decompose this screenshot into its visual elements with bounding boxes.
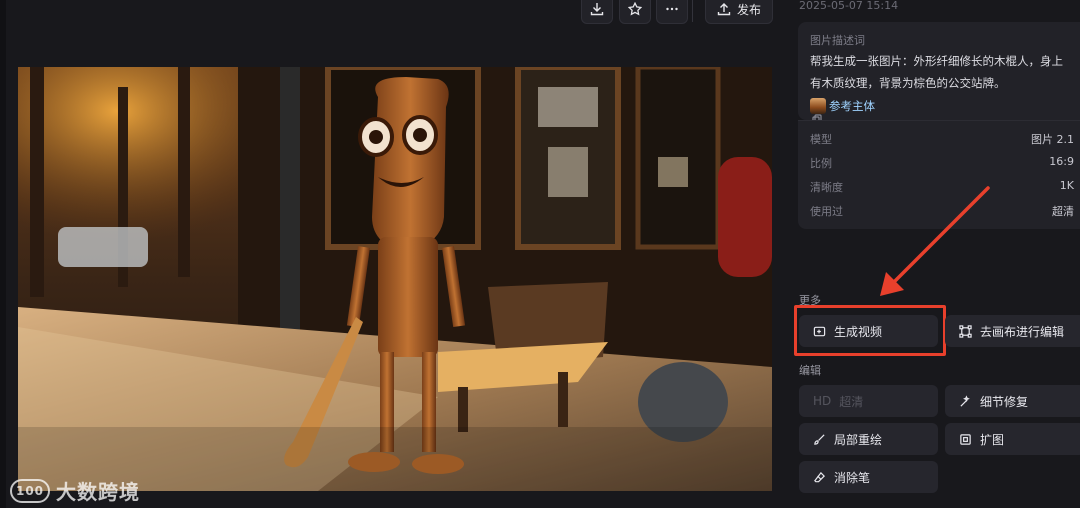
prompt-title: 图片描述词 (810, 34, 865, 47)
eraser-icon (814, 471, 825, 482)
upload-icon (717, 3, 731, 16)
hd-upscale-label: 超清 (839, 394, 864, 409)
param-value: 1K (1059, 179, 1074, 192)
magic-wand-icon (960, 394, 970, 407)
download-icon (590, 3, 604, 16)
star-icon (628, 2, 642, 16)
download-button[interactable] (581, 0, 613, 24)
expand-image-label: 扩图 (980, 432, 1005, 447)
partial-redraw-button[interactable]: 局部重绘 (799, 423, 938, 455)
partial-redraw-label: 局部重绘 (834, 432, 883, 447)
prompt-body: 帮我生成一张图片：外形纤细修长的木棍人，身上有木质纹理，背景为棕色的公交站牌。 (810, 54, 1063, 90)
highlight-annotation-box (794, 305, 946, 356)
param-key: 清晰度 (810, 181, 843, 194)
left-edge-strip (0, 0, 6, 508)
hd-upscale-button[interactable]: HD 超清 (799, 385, 938, 417)
expand-icon (960, 433, 971, 445)
more-horizontal-icon (666, 7, 678, 11)
param-value: 超清 (1052, 205, 1074, 218)
brush-icon (814, 433, 825, 445)
param-key: 模型 (810, 133, 832, 146)
expand-image-button[interactable]: 扩图 (945, 423, 1080, 455)
prompt-card: 图片描述词 帮我生成一张图片：外形纤细修长的木棍人，身上有木质纹理，背景为棕色的… (798, 22, 1080, 124)
param-row-model: 模型 图片 2.1 (810, 131, 1074, 147)
param-row-ratio: 比例 16:9 (810, 155, 1074, 171)
param-value: 16:9 (1049, 155, 1074, 168)
publish-label: 发布 (736, 2, 761, 17)
generated-image[interactable] (18, 67, 772, 491)
generation-timestamp: 2025-05-07 15:14 (799, 0, 899, 12)
toolbar-divider (692, 0, 693, 22)
param-key: 使用过 (810, 205, 843, 218)
watermark-logo: 100 (10, 478, 50, 503)
publish-button[interactable]: 发布 (705, 0, 773, 24)
favorite-button[interactable] (619, 0, 651, 24)
annotation-arrow (880, 186, 990, 296)
param-value: 图片 2.1 (1031, 133, 1074, 146)
detail-fix-label: 细节修复 (980, 394, 1029, 409)
watermark-text: 大数跨境 (56, 480, 140, 504)
canvas-edit-button[interactable]: 去画布进行编辑 (945, 315, 1080, 347)
watermark: 100 大数跨境 (10, 476, 140, 505)
generated-image-illustration (18, 67, 772, 491)
more-options-button[interactable] (656, 0, 688, 24)
reference-subject-label: 参考主体 (829, 98, 875, 113)
hd-prefix: HD (813, 394, 832, 408)
detail-fix-button[interactable]: 细节修复 (945, 385, 1080, 417)
param-key: 比例 (810, 157, 832, 170)
canvas-frame-icon (959, 324, 972, 338)
canvas-edit-label: 去画布进行编辑 (980, 324, 1065, 339)
prompt-text[interactable]: 帮我生成一张图片：外形纤细修长的木棍人，身上有木质纹理，背景为棕色的公交站牌。 … (810, 50, 1072, 117)
edit-section-label: 编辑 (799, 364, 821, 377)
reference-thumbnail (810, 97, 826, 114)
eraser-label: 消除笔 (834, 470, 871, 485)
eraser-button[interactable]: 消除笔 (799, 461, 938, 493)
